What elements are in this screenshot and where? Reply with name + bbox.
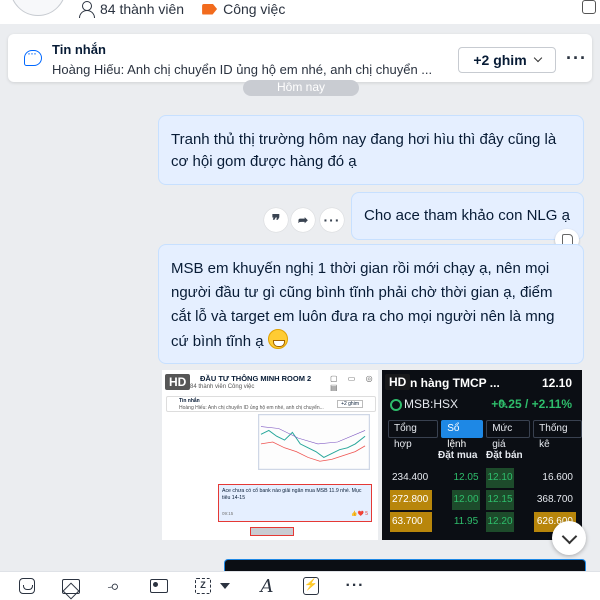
mini-pinned-bar: Tin nhắn Hoàng Hiếu: Anh chị chuyển ID ủ… [166, 396, 376, 412]
scroll-to-bottom-button[interactable] [552, 521, 586, 555]
bid-volume: 63.700 [390, 512, 432, 532]
mini-header-icons: ▢ ▭ ◎ ▤ [330, 374, 377, 392]
forward-icon[interactable]: ➦ [291, 208, 315, 232]
member-count[interactable]: 84 thành viên [100, 1, 184, 17]
group-avatar[interactable] [10, 0, 66, 16]
next-message-preview[interactable] [224, 559, 586, 571]
mini-group-title: ĐẦU TƯ THÔNG MINH ROOM 2 [200, 374, 312, 383]
composer-toolbar: ⌕ Z A ⚡ ··· [0, 571, 600, 600]
order-row: 272.800 12.00 12.15 368.700 [382, 490, 582, 510]
image-attachment-order-book[interactable]: HD n hàng TMCP ... 12.10 MSB:HSX ✎ +0.25… [382, 370, 582, 540]
sticker-button[interactable] [16, 576, 38, 596]
ask-price: 12.15 [486, 490, 514, 510]
text-format-button[interactable]: A [256, 575, 278, 597]
mini-pinned-title: Tin nhắn [179, 398, 200, 404]
stock-symbol: MSB:HSX [404, 397, 459, 411]
bid-price: 12.05 [453, 472, 479, 483]
mini-chat-reactions: 👍❤️ 5 [351, 511, 368, 517]
bid-price: 12.00 [452, 490, 480, 510]
toolbar-more-button[interactable]: ··· [344, 576, 366, 596]
contact-card-button[interactable] [148, 576, 170, 596]
message-more-icon[interactable]: ··· [320, 208, 344, 232]
screenshot-icon: Z [195, 578, 211, 594]
sticker-icon [19, 578, 35, 594]
chevron-down-icon[interactable] [220, 583, 230, 589]
order-book-tabs: Tổng hợp Sổ lệnh Mức giá Thống kê [388, 420, 582, 450]
symbol-status-icon [390, 399, 402, 411]
quick-message-button[interactable]: ⚡ [300, 576, 322, 596]
message-text: MSB em khuyến nghị 1 thời gian rồi mới c… [171, 260, 555, 350]
mini-group-meta: 84 thành viên Công việc [190, 384, 255, 390]
message-bubble[interactable]: Cho ace tham khảo con NLG ạ [351, 192, 584, 240]
tab-thong-ke: Thống kê [533, 420, 582, 450]
hd-badge: HD [385, 374, 411, 390]
text-format-icon: A [260, 575, 274, 597]
group-header: 84 thành viên Công việc [0, 0, 600, 24]
chat-bubble-icon [24, 46, 42, 66]
paperclip-icon: ⌕ [105, 574, 126, 597]
more-icon: ··· [345, 577, 365, 594]
mini-date-chip [250, 527, 294, 536]
image-button[interactable] [60, 576, 82, 596]
bid-header: Đặt mua [438, 450, 478, 461]
tab-so-lenh: Sổ lệnh [441, 420, 484, 450]
group-category[interactable]: Công việc [223, 1, 285, 17]
stock-change: +0.25 / +2.11% [491, 397, 572, 411]
ask-volume: 368.700 [536, 494, 573, 505]
pinned-count-button[interactable]: +2 ghim [458, 47, 556, 73]
pinned-preview[interactable]: Hoàng Hiếu: Anh chị chuyển ID ủng hộ em … [52, 62, 452, 77]
more-options-button[interactable]: ··· [566, 48, 587, 69]
quote-icon[interactable]: ❞ [264, 208, 288, 232]
header-action-icon[interactable] [582, 0, 596, 14]
contact-card-icon [150, 579, 168, 593]
ask-header: Đặt bán [486, 450, 523, 461]
group-meta: 84 thành viên Công việc [78, 0, 285, 18]
attach-file-button[interactable]: ⌕ [104, 574, 126, 597]
ask-price: 12.20 [486, 512, 514, 532]
mini-pinned-preview: Hoàng Hiếu: Anh chị chuyển ID ủng hộ em … [179, 405, 324, 411]
order-row: 63.700 11.95 12.20 626.600 [382, 512, 582, 532]
date-divider: Hôm nay [243, 80, 359, 96]
tab-tong-hop: Tổng hợp [388, 420, 439, 450]
hd-badge: HD [165, 374, 191, 390]
chevron-down-icon [533, 53, 542, 63]
stock-name: n hàng TMCP ... [410, 376, 500, 390]
bid-volume: 234.400 [392, 472, 429, 483]
mini-chat-text: Ace chưa có cổ bank nào giải ngân mua MS… [222, 488, 362, 501]
message-bubble[interactable]: Tranh thủ thị trường hôm nay đang hơi hì… [158, 115, 584, 185]
tag-icon [202, 3, 218, 15]
ask-price: 12.10 [486, 468, 514, 488]
mini-chat-time: 09:15 [222, 511, 234, 516]
stock-price: 12.10 [541, 376, 572, 390]
grinning-emoji-icon [267, 329, 288, 349]
image-attachment-chat-screenshot[interactable]: HD ĐẦU TƯ THÔNG MINH ROOM 2 84 thành viê… [162, 370, 378, 540]
mini-pin-button: +2 ghim [337, 400, 363, 408]
tab-muc-gia: Mức giá [486, 420, 531, 450]
message-text: Tranh thủ thị trường hôm nay đang hơi hì… [171, 131, 557, 170]
order-row: 234.400 12.05 12.10 16.600 [382, 468, 582, 488]
ask-volume: 16.600 [542, 472, 573, 483]
quick-message-icon: ⚡ [303, 577, 319, 595]
message-text: Cho ace tham khảo con NLG ạ [364, 207, 570, 224]
image-icon [62, 578, 80, 594]
pinned-title: Tin nhắn [52, 42, 106, 57]
bid-volume: 272.800 [390, 490, 432, 510]
screenshot-button[interactable]: Z [192, 576, 214, 596]
pinned-message-bar[interactable]: Tin nhắn Hoàng Hiếu: Anh chị chuyển ID ủ… [8, 34, 592, 82]
mini-stock-chart [258, 414, 370, 470]
message-bubble[interactable]: MSB em khuyến nghị 1 thời gian rồi mới c… [158, 244, 584, 364]
person-icon [78, 1, 95, 18]
pinned-count-label: +2 ghim [473, 52, 527, 68]
bid-price: 11.95 [453, 516, 479, 527]
mini-chat-message: Ace chưa có cổ bank nào giải ngân mua MS… [218, 484, 372, 522]
